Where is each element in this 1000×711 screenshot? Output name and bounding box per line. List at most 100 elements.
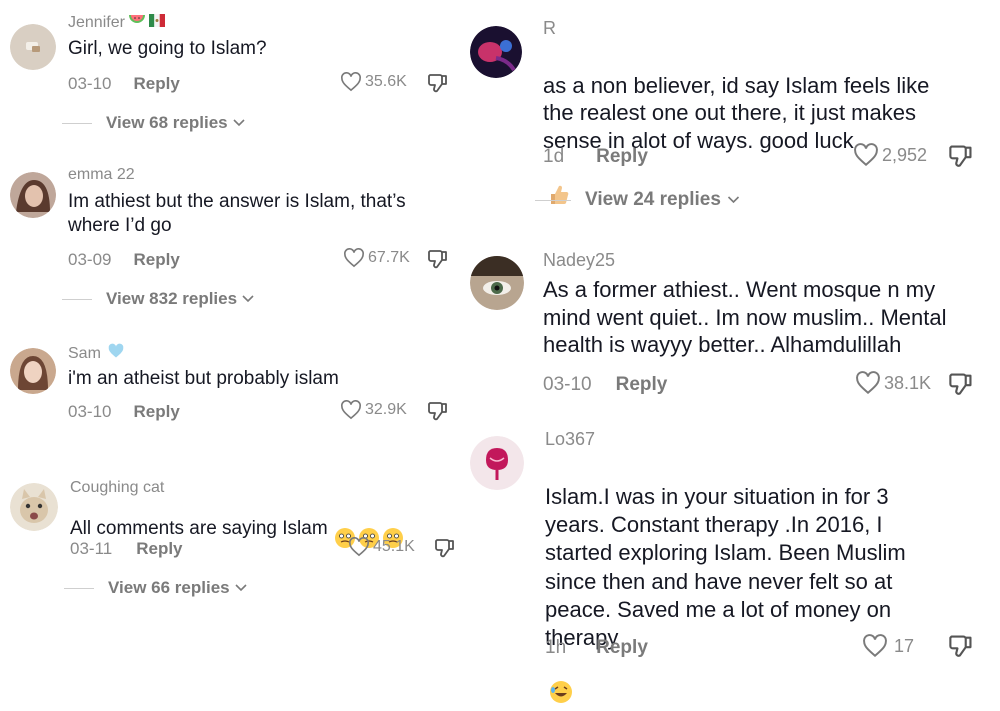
reply-button[interactable]: Reply: [133, 74, 179, 94]
comment-date: 03-11: [70, 539, 113, 558]
reply-button[interactable]: Reply: [596, 637, 648, 659]
heart-icon: [341, 72, 361, 92]
heart-icon: [341, 400, 361, 420]
like-count: 67.7K: [368, 249, 410, 266]
like-button[interactable]: 45.1K: [348, 537, 415, 557]
username[interactable]: Jennifer: [68, 13, 165, 32]
thumbs-down-icon: [949, 373, 972, 395]
comment-meta: 03-10 Reply: [543, 374, 667, 396]
dislike-button[interactable]: [948, 633, 974, 664]
comment-text: as a non believer, id say Islam feels li…: [543, 44, 983, 213]
comment-text: Im athiest but the answer is Islam, that…: [68, 191, 406, 236]
chevron-down-icon: [233, 119, 245, 127]
dislike-button[interactable]: [434, 537, 456, 564]
username[interactable]: R: [543, 18, 556, 39]
reply-button[interactable]: Reply: [136, 539, 182, 559]
heart-icon: [854, 143, 878, 167]
avatar[interactable]: [10, 348, 56, 394]
reply-button[interactable]: Reply: [596, 146, 648, 168]
rolling-laughing-icon: [549, 652, 573, 711]
comment-meta: 03-11 Reply: [70, 539, 183, 559]
thumbs-down-icon: [435, 539, 454, 558]
comment-date: 03-10: [68, 402, 112, 421]
username[interactable]: Nadey25: [543, 250, 615, 271]
comment-text: As a former athiest.. Went mosque n my m…: [543, 277, 947, 358]
dislike-button[interactable]: [427, 400, 449, 427]
view-replies-button[interactable]: View 24 replies: [535, 189, 741, 211]
left-comment-column: Jennifer Girl, we going to Islam? 03-10 …: [0, 0, 470, 666]
like-count: 45.1K: [373, 538, 415, 555]
heart-icon: [349, 537, 369, 557]
comment-text: i'm an atheist but probably islam: [68, 368, 339, 389]
avatar[interactable]: [10, 483, 58, 531]
comment-item: emma 22 Im athiest but the answer is Isl…: [10, 160, 460, 310]
comment-item: Sam i'm an atheist but probably islam 03…: [10, 340, 460, 430]
divider: [64, 587, 94, 589]
chevron-down-icon: [242, 295, 254, 303]
reply-button[interactable]: Reply: [133, 402, 179, 422]
thumbs-down-icon: [428, 250, 447, 269]
comment-date: 03-09: [68, 250, 112, 269]
thumbs-down-icon: [949, 635, 972, 657]
like-count: 32.9K: [365, 401, 407, 418]
right-comment-column: R as a non believer, id say Islam feels …: [465, 0, 1000, 704]
like-button[interactable]: 2,952: [853, 143, 927, 167]
thumbs-down-icon: [428, 74, 447, 93]
heart-icon: [863, 634, 887, 658]
comment-meta: 1h Reply: [545, 637, 648, 659]
comment-date: 03-10: [543, 374, 592, 395]
like-button[interactable]: 32.9K: [340, 400, 407, 420]
divider: [62, 122, 92, 124]
like-count: 35.6K: [365, 73, 407, 90]
avatar[interactable]: [470, 436, 524, 490]
like-button[interactable]: 35.6K: [340, 72, 407, 92]
comment-date: 1d: [543, 146, 565, 167]
thumbs-down-icon: [949, 145, 972, 167]
comment-text: Girl, we going to Islam?: [68, 38, 267, 59]
chevron-down-icon: [727, 196, 739, 204]
username[interactable]: Sam: [68, 343, 125, 364]
username[interactable]: Coughing cat: [70, 479, 164, 497]
avatar[interactable]: [470, 26, 522, 78]
divider: [535, 199, 571, 201]
comment-meta: 03-10 Reply: [68, 402, 180, 422]
comment-item: Jennifer Girl, we going to Islam? 03-10 …: [10, 10, 460, 140]
comment-item: R as a non believer, id say Islam feels …: [470, 12, 990, 212]
avatar[interactable]: [470, 256, 524, 310]
comment-date: 1h: [545, 637, 567, 658]
comment-item: Coughing cat All comments are saying Isl…: [10, 478, 465, 608]
view-replies-button[interactable]: View 66 replies: [64, 578, 248, 598]
dislike-button[interactable]: [948, 371, 974, 402]
username[interactable]: emma 22: [68, 166, 135, 184]
dislike-button[interactable]: [427, 72, 449, 99]
comment-meta: 03-10 Reply: [68, 74, 180, 94]
like-count: 38.1K: [884, 372, 932, 393]
watermelon-icon: [128, 13, 146, 32]
divider: [62, 298, 92, 300]
thumbs-down-icon: [428, 402, 447, 421]
like-button[interactable]: 38.1K: [855, 371, 931, 395]
dislike-button[interactable]: [427, 248, 449, 275]
comment-item: Lo367 Islam.I was in your situation in f…: [470, 426, 990, 704]
username[interactable]: Lo367: [545, 429, 595, 450]
reply-button[interactable]: Reply: [133, 250, 179, 270]
view-replies-button[interactable]: View 832 replies: [62, 289, 255, 309]
comment-meta: 03-09 Reply: [68, 250, 180, 270]
like-button[interactable]: 67.7K: [343, 248, 410, 268]
chevron-down-icon: [235, 584, 247, 592]
heart-icon: [344, 248, 364, 268]
reply-button[interactable]: Reply: [616, 374, 668, 396]
view-replies-button[interactable]: View 68 replies: [62, 113, 246, 133]
dislike-button[interactable]: [948, 143, 974, 174]
comment-text: Islam.I was in your situation in for 3 y…: [545, 455, 985, 711]
mexico-flag-icon: [148, 13, 165, 32]
like-button[interactable]: 17: [862, 634, 914, 658]
heart-icon: [856, 371, 880, 395]
like-count: 17: [894, 635, 915, 656]
comment-date: 03-10: [68, 74, 112, 93]
avatar[interactable]: [10, 172, 56, 218]
comment-meta: 1d Reply: [543, 146, 648, 168]
comment-item: Nadey25 As a former athiest.. Went mosqu…: [470, 246, 990, 406]
avatar[interactable]: [10, 24, 56, 70]
like-count: 2,952: [882, 144, 928, 165]
